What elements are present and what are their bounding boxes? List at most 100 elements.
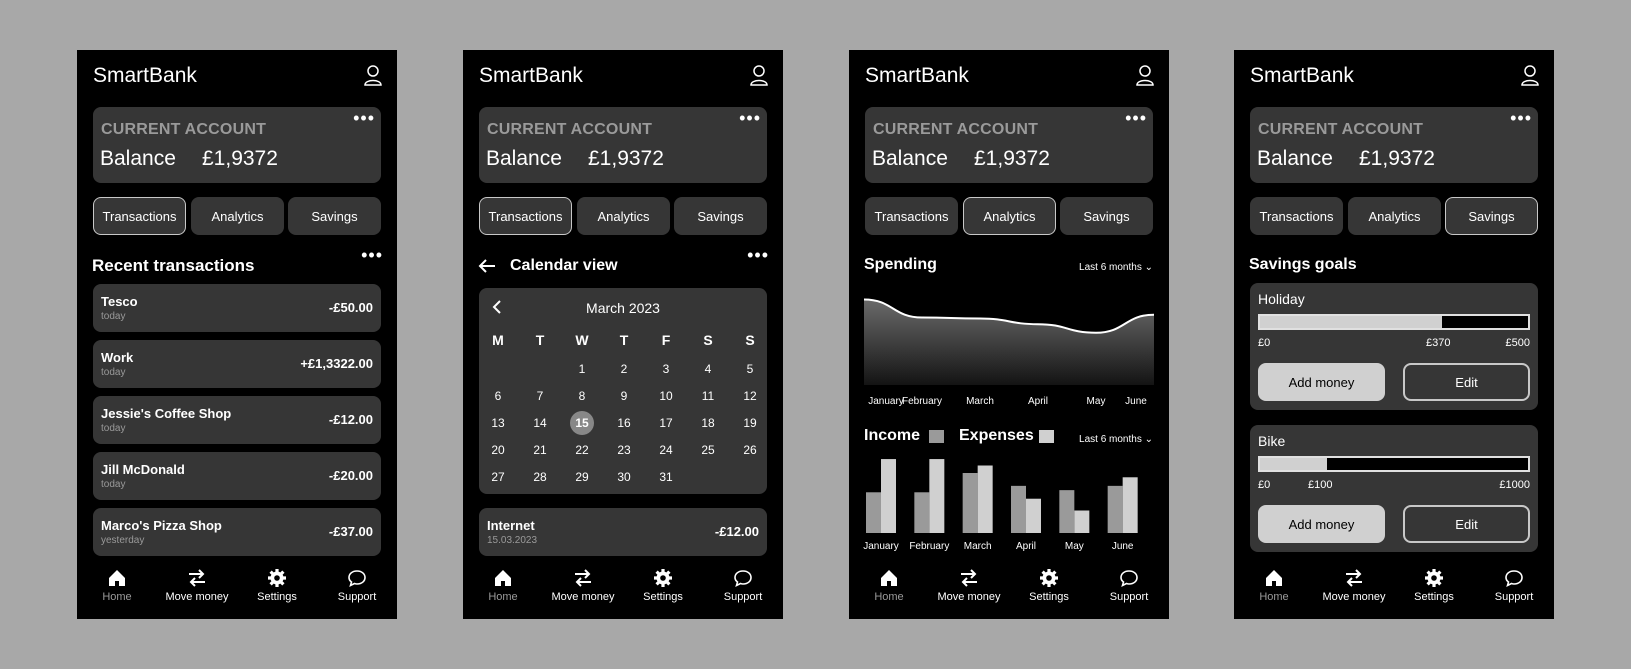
nav-support[interactable]: Support [703,568,783,603]
weekday-header: S [745,332,755,348]
calendar-day[interactable]: 12 [735,385,765,407]
calendar-day[interactable]: 11 [693,385,723,407]
goal-progress-bar [1258,456,1530,472]
calendar-day[interactable]: 29 [567,466,597,488]
calendar-day[interactable]: 23 [609,439,639,461]
more-icon[interactable]: ••• [1510,109,1532,127]
calendar-day[interactable]: 8 [567,385,597,407]
transaction-row[interactable]: Internet 15.03.2023 -£12.00 [479,508,767,556]
edit-button[interactable]: Edit [1403,363,1530,401]
more-icon[interactable]: ••• [739,109,761,127]
nav-move-money[interactable]: Move money [543,568,623,603]
nav-home[interactable]: Home [1234,568,1314,603]
calendar-day[interactable]: 19 [735,412,765,434]
nav-settings[interactable]: Settings [1394,568,1474,603]
calendar-day[interactable]: 20 [483,439,513,461]
tab-transactions[interactable]: Transactions [1250,197,1343,235]
calendar-day[interactable]: 2 [609,358,639,380]
transaction-row[interactable]: Tesco today -£50.00 [93,284,381,332]
spending-chart [864,298,1154,385]
edit-button[interactable]: Edit [1403,505,1530,543]
calendar-day[interactable]: 6 [483,385,513,407]
user-icon[interactable] [1135,64,1155,86]
calendar-day[interactable]: 21 [525,439,555,461]
nav-home[interactable]: Home [463,568,543,603]
tab-analytics[interactable]: Analytics [963,197,1056,235]
tab-savings[interactable]: Savings [1060,197,1153,235]
calendar-day[interactable]: 28 [525,466,555,488]
x-tick-label: March [963,541,992,552]
nav-move-money[interactable]: Move money [157,568,237,603]
tab-analytics[interactable]: Analytics [577,197,670,235]
calendar-day[interactable]: 18 [693,412,723,434]
tab-analytics[interactable]: Analytics [191,197,284,235]
nav-move-money[interactable]: Move money [1314,568,1394,603]
calendar-day[interactable]: 16 [609,412,639,434]
account-card: CURRENT ACCOUNT Balance £1,9372 ••• [1250,107,1538,183]
nav-support[interactable]: Support [1089,568,1169,603]
calendar-day[interactable]: 22 [567,439,597,461]
nav-home[interactable]: Home [77,568,157,603]
period-dropdown[interactable]: Last 6 months ⌄ [1079,262,1153,273]
transaction-row[interactable]: Jessie's Coffee Shop today -£12.00 [93,396,381,444]
user-icon[interactable] [1520,64,1540,86]
transaction-amount: -£12.00 [328,412,373,427]
nav-settings[interactable]: Settings [1009,568,1089,603]
calendar-day[interactable]: 1 [567,358,597,380]
calendar-day[interactable]: 7 [525,385,555,407]
tab-transactions[interactable]: Transactions [479,197,572,235]
arrow-left-icon[interactable] [477,258,497,274]
calendar-day[interactable]: 13 [483,412,513,434]
calendar: March 2023 M T W T F S S 1 2 3 4 5 6 7 8 9 10 11 12 13 14 15 1… [479,288,767,494]
add-money-button[interactable]: Add money [1258,505,1385,543]
nav-move-money[interactable]: Move money [929,568,1009,603]
expenses-legend-label: Expenses [959,427,1034,444]
transaction-name: Internet [487,518,535,533]
app-title: SmartBank [1250,64,1354,87]
calendar-day[interactable]: 5 [735,358,765,380]
calendar-day[interactable]: 30 [609,466,639,488]
calendar-day[interactable]: 9 [609,385,639,407]
tab-transactions[interactable]: Transactions [93,197,186,235]
period-dropdown[interactable]: Last 6 months ⌄ [1079,434,1153,445]
transaction-date: 15.03.2023 [487,535,538,546]
more-icon[interactable]: ••• [353,109,375,127]
balance-label: Balance [100,147,176,170]
more-icon[interactable]: ••• [747,246,769,264]
calendar-day[interactable]: 27 [483,466,513,488]
calendar-day[interactable]: 10 [651,385,681,407]
tab-savings[interactable]: Savings [288,197,381,235]
calendar-day[interactable]: 17 [651,412,681,434]
transaction-row[interactable]: Marco's Pizza Shop yesterday -£37.00 [93,508,381,556]
add-money-button[interactable]: Add money [1258,363,1385,401]
tab-transactions[interactable]: Transactions [865,197,958,235]
more-icon[interactable]: ••• [1125,109,1147,127]
user-icon[interactable] [749,64,769,86]
nav-home[interactable]: Home [849,568,929,603]
nav-support[interactable]: Support [317,568,397,603]
nav-support[interactable]: Support [1474,568,1554,603]
goal-min: £0 [1258,337,1271,349]
nav-label: Settings [257,591,297,603]
tab-analytics[interactable]: Analytics [1348,197,1441,235]
account-label: CURRENT ACCOUNT [487,121,653,138]
user-icon[interactable] [363,64,383,86]
calendar-day[interactable]: 31 [651,466,681,488]
calendar-day[interactable]: 4 [693,358,723,380]
home-icon [881,570,897,586]
income-bar [962,473,978,533]
nav-settings[interactable]: Settings [237,568,317,603]
transaction-row[interactable]: Work today +£1,3322.00 [93,340,381,388]
tab-savings[interactable]: Savings [1445,197,1538,235]
calendar-day[interactable]: 14 [525,412,555,434]
tab-savings[interactable]: Savings [674,197,767,235]
transaction-row[interactable]: Jill McDonald today -£20.00 [93,452,381,500]
calendar-day[interactable]: 26 [735,439,765,461]
calendar-day[interactable]: 25 [693,439,723,461]
nav-settings[interactable]: Settings [623,568,703,603]
calendar-day[interactable]: 24 [651,439,681,461]
more-icon[interactable]: ••• [361,246,383,264]
calendar-day-selected[interactable]: 15 [570,411,594,435]
calendar-day[interactable]: 3 [651,358,681,380]
income-bar [866,492,881,533]
